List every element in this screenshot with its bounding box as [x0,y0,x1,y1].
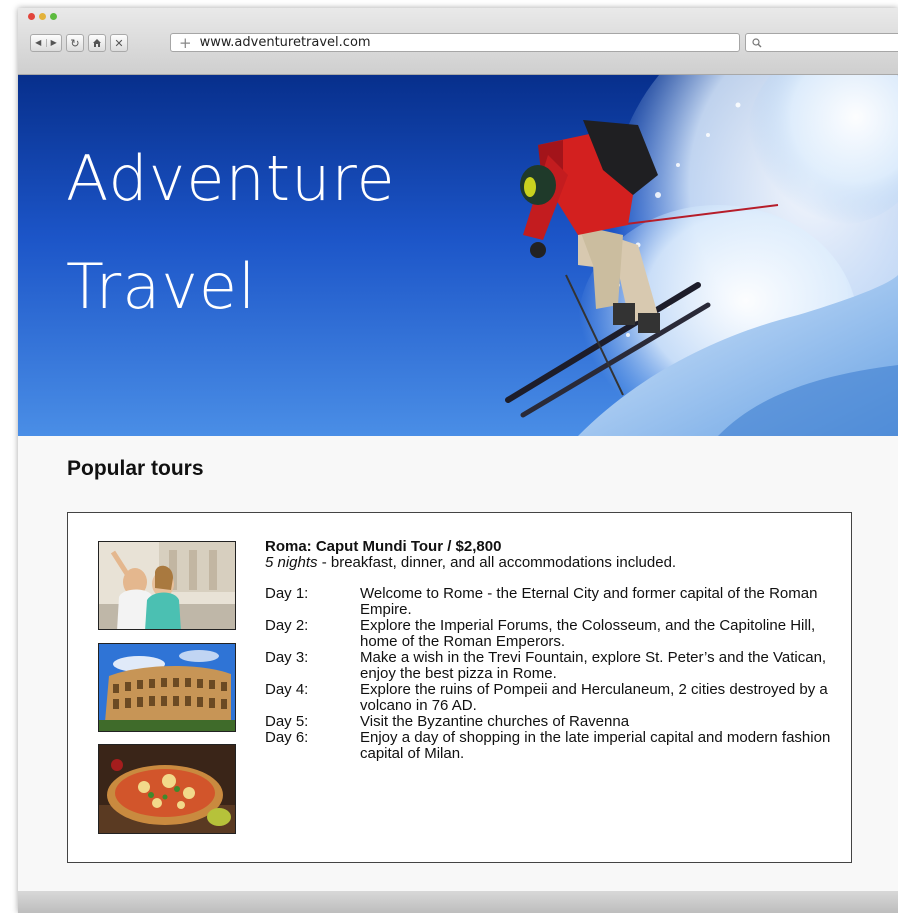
itinerary-day: Day 5: Visit the Byzantine churches of R… [265,714,845,730]
day-description: Make a wish in the Trevi Fountain, explo… [360,649,827,682]
back-arrow-icon[interactable]: ◀ [31,39,46,47]
itinerary-day: Day 6: Enjoy a day of shopping in the la… [265,730,845,762]
window-controls [28,13,57,20]
day-label: Day 1: [265,585,309,602]
magnifier-icon [752,37,762,47]
hero-title-line1: Adventure [66,142,396,215]
nav-buttons: ◀ ▶ ↻ ✕ [30,33,132,53]
tour-nights: 5 nights [265,554,318,571]
itinerary-day: Day 1: Welcome to Rome - the Eternal Cit… [265,586,845,618]
forward-arrow-icon[interactable]: ▶ [45,39,62,47]
itinerary-day: Day 2: Explore the Imperial Forums, the … [265,618,845,650]
address-bar[interactable]: + www.adventuretravel.com [170,33,740,52]
hero-banner: Adventure Travel [18,75,898,436]
day-description: Enjoy a day of shopping in the late impe… [360,729,831,762]
hero-title: Adventure Travel [66,125,506,341]
search-field[interactable] [745,33,898,52]
day-description: Visit the Byzantine churches of Ravenna [360,713,630,730]
browser-window: ◀ ▶ ↻ ✕ + www.adventuretravel.com Advent… [18,8,898,913]
tour-details: Roma: Caput Mundi Tour / $2,800 5 nights… [265,539,845,762]
day-label: Day 3: [265,649,309,666]
home-button[interactable] [88,34,106,52]
tour-photo-pizza [98,744,236,834]
stop-icon: ✕ [114,36,124,50]
hero-title-line2: Travel [66,250,257,323]
day-label: Day 4: [265,681,309,698]
tour-title: Roma: Caput Mundi Tour / $2,800 [265,538,502,555]
tour-photo-couple [98,541,236,630]
day-label: Day 2: [265,617,309,634]
day-description: Explore the Imperial Forums, the Colosse… [360,617,816,650]
url-text: www.adventuretravel.com [199,35,371,50]
day-description: Explore the ruins of Pompeii and Hercula… [360,681,828,714]
tour-photo-colosseum [98,643,236,732]
itinerary-day: Day 3: Make a wish in the Trevi Fountain… [265,650,845,682]
itinerary-day: Day 4: Explore the ruins of Pompeii and … [265,682,845,714]
reload-icon: ↻ [70,36,80,50]
back-forward-buttons: ◀ ▶ [30,34,62,52]
day-label: Day 6: [265,729,309,746]
tour-summary: 5 nights - breakfast, dinner, and all ac… [265,555,845,571]
home-icon [93,39,101,47]
day-description: Welcome to Rome - the Eternal City and f… [360,585,818,618]
minimize-window-icon[interactable] [39,13,46,20]
section-heading: Popular tours [67,457,204,480]
close-window-icon[interactable] [28,13,35,20]
day-label: Day 5: [265,713,309,730]
tour-includes: - breakfast, dinner, and all accommodati… [317,554,677,571]
browser-toolbar: ◀ ▶ ↻ ✕ + www.adventuretravel.com [18,8,898,75]
page-footer-bar [18,891,898,913]
stop-button[interactable]: ✕ [110,34,128,52]
plus-icon[interactable]: + [179,34,192,52]
maximize-window-icon[interactable] [50,13,57,20]
tour-card: Roma: Caput Mundi Tour / $2,800 5 nights… [67,512,852,863]
reload-button[interactable]: ↻ [66,34,84,52]
